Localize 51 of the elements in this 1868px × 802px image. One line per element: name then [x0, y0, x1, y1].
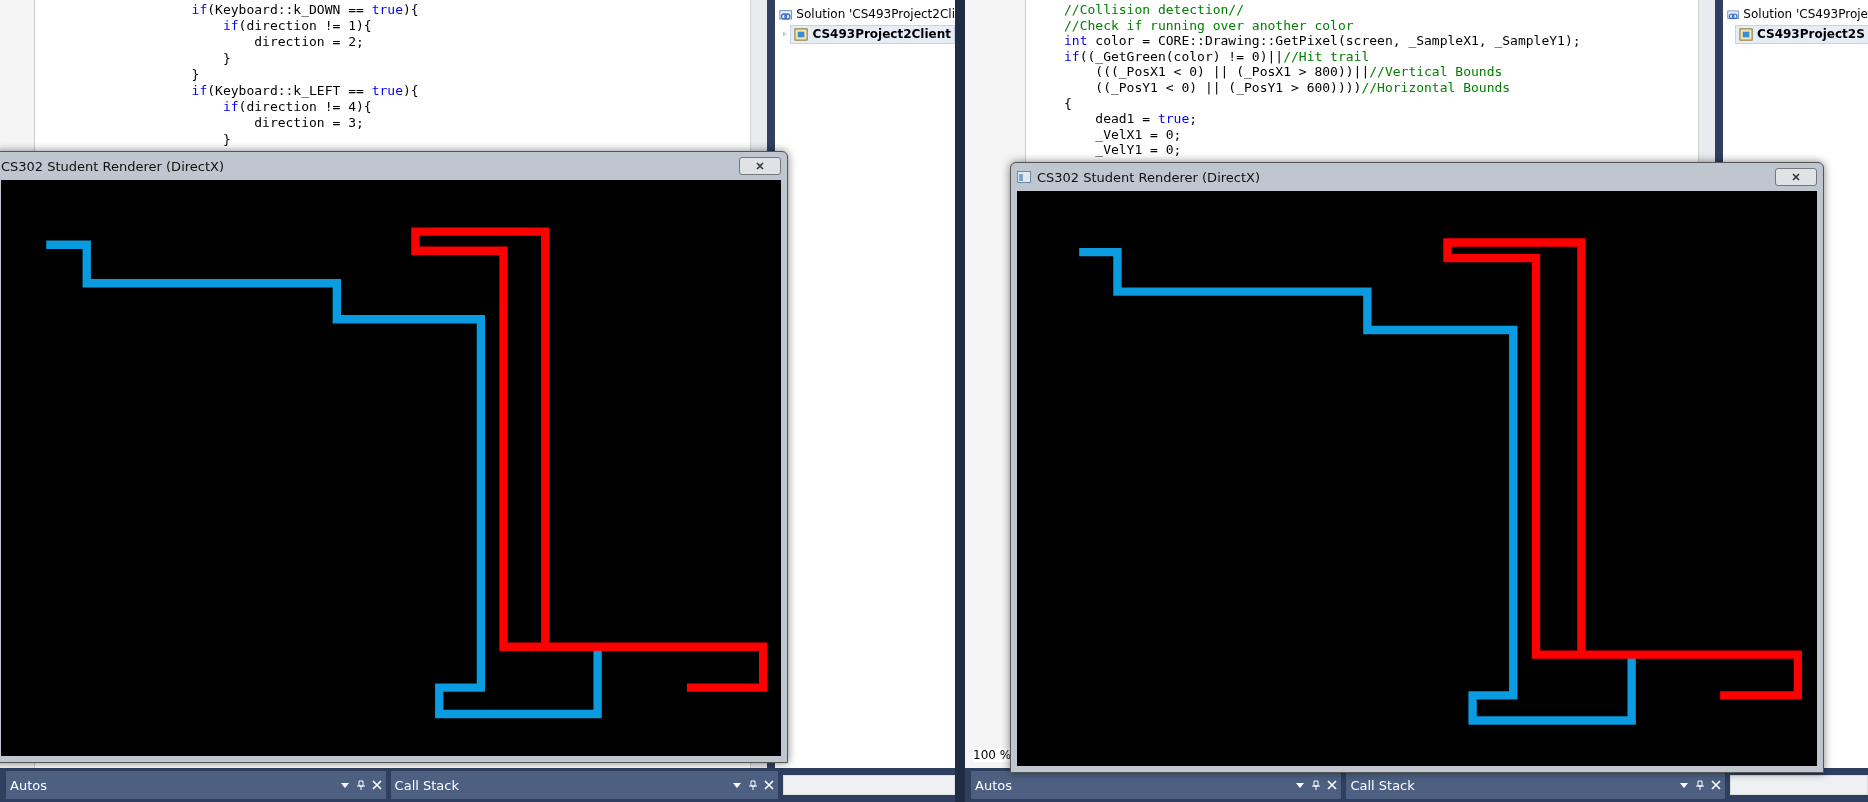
window-icon — [1017, 171, 1031, 183]
window-title: CS302 Student Renderer (DirectX) — [1037, 169, 1262, 185]
code-line: int color = CORE::Drawing::GetPixel(screen, _SampleX1, _SampleY1); — [1064, 33, 1582, 49]
code-line: (((_PosX1 < 0) || (_PosX1 > 800))||//Vertical Bounds — [1094, 64, 1504, 80]
pin-icon[interactable] — [1311, 780, 1322, 790]
pin-icon[interactable] — [748, 780, 759, 790]
dropdown-icon[interactable] — [1678, 780, 1689, 790]
project-icon — [794, 26, 810, 42]
horizontal-scrollbar[interactable] — [1729, 775, 1868, 795]
code-line: if((_GetGreen(color) != 0)||//Hit trail — [1064, 48, 1371, 65]
code-line: if(Keyboard::k_DOWN == true){ — [190, 2, 420, 19]
tool-window-header[interactable]: Autos — [6, 771, 386, 799]
dropdown-icon[interactable] — [732, 780, 743, 790]
close-icon[interactable] — [1327, 780, 1338, 790]
code-line: } — [221, 131, 232, 148]
pin-icon[interactable] — [1694, 780, 1705, 790]
project-item[interactable]: CS493Project2Client — [790, 24, 955, 44]
tool-window-header[interactable]: Autos — [971, 771, 1342, 799]
code-line: { — [1064, 95, 1073, 112]
solution-title[interactable]: Solution 'CS493Project2Cli — [796, 7, 955, 21]
code-line: ((_PosY1 < 0) || (_PosY1 > 600))))//Horizontal Bounds — [1094, 79, 1512, 96]
close-button[interactable] — [739, 157, 781, 175]
zoom-level[interactable]: 100 % — [973, 748, 1012, 762]
code-line: if(direction != 4){ — [221, 99, 373, 116]
code-line: } — [221, 50, 232, 67]
close-icon — [755, 161, 765, 171]
code-line: //Collision detection// — [1064, 2, 1245, 18]
project-icon — [1739, 26, 1754, 42]
code-line: _VelX1 = 0; — [1094, 126, 1183, 143]
close-icon[interactable] — [371, 780, 382, 790]
close-button[interactable] — [1775, 168, 1817, 186]
dropdown-icon[interactable] — [339, 780, 350, 790]
close-icon[interactable] — [1710, 780, 1721, 790]
code-line: } — [190, 66, 201, 83]
tool-window-header[interactable]: Call Stack — [390, 771, 779, 799]
code-line: direction = 3; — [253, 115, 365, 132]
pin-icon[interactable] — [355, 780, 366, 790]
project-item[interactable]: CS493Project2S — [1735, 24, 1868, 44]
code-line: //Check if running over another color — [1064, 17, 1355, 34]
dropdown-icon[interactable] — [1295, 780, 1306, 790]
code-line: if(direction != 1){ — [221, 18, 373, 35]
code-line: direction = 2; — [253, 34, 365, 51]
tool-window-header[interactable]: Call Stack — [1346, 771, 1725, 799]
window-title: CS302 Student Renderer (DirectX) — [1, 158, 226, 174]
solution-title[interactable]: Solution 'CS493Proje — [1743, 7, 1868, 21]
code-line: if(Keyboard::k_LEFT == true){ — [190, 83, 420, 100]
close-icon — [1791, 172, 1801, 182]
code-line: _VelY1 = 0; — [1094, 142, 1183, 158]
horizontal-scrollbar[interactable] — [783, 775, 955, 795]
close-icon[interactable] — [764, 780, 775, 790]
code-line: dead1 = true; — [1094, 111, 1199, 127]
